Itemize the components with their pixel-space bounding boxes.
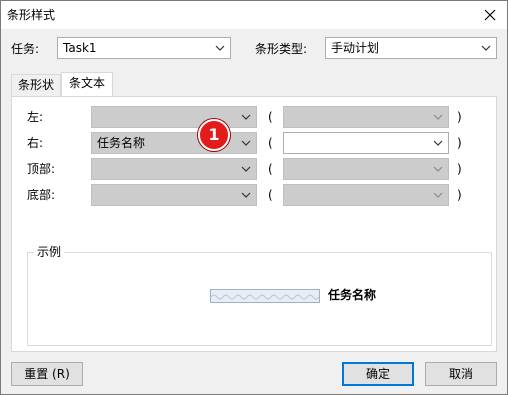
right-label: 右: <box>27 136 44 150</box>
bottom-label: 底部: <box>27 188 56 202</box>
paren-open: ( <box>268 136 273 150</box>
bottom-align-select <box>283 184 449 206</box>
paren-close: ) <box>457 162 462 176</box>
chevron-down-icon <box>433 166 443 172</box>
chevron-down-icon <box>241 140 251 146</box>
title-bar: 条形样式 <box>1 1 507 29</box>
paren-close: ) <box>457 110 462 124</box>
sample-text: 任务名称 <box>328 288 377 302</box>
chevron-down-icon <box>433 192 443 198</box>
left-align-select <box>283 106 449 128</box>
sample-group-title: 示例 <box>34 244 65 260</box>
task-select-value: Task1 <box>63 41 97 55</box>
bottom-field-select[interactable] <box>91 184 257 206</box>
close-button[interactable] <box>473 1 507 29</box>
ok-button[interactable]: 确定 <box>342 362 414 386</box>
bar-type-select-value: 手动计划 <box>331 41 380 55</box>
right-field-value: 任务名称 <box>97 136 146 150</box>
bar-type-select[interactable]: 手动计划 <box>325 37 497 59</box>
left-field-select[interactable] <box>91 106 257 128</box>
paren-close: ) <box>457 188 462 202</box>
sample-bar <box>210 289 320 303</box>
paren-open: ( <box>268 110 273 124</box>
chevron-down-icon <box>241 114 251 120</box>
paren-open: ( <box>268 188 273 202</box>
paren-close: ) <box>457 136 462 150</box>
tab-bar-shape[interactable]: 条形状 <box>11 74 61 96</box>
task-label: 任务: <box>11 42 40 56</box>
window-title: 条形样式 <box>7 8 56 22</box>
bar-style-dialog: 条形样式 任务: Task1 条形类型: 手动计划 条形状 条文本 左: ()… <box>0 0 508 395</box>
chevron-down-icon <box>481 45 491 51</box>
left-label: 左: <box>27 110 44 124</box>
top-field-select[interactable] <box>91 158 257 180</box>
top-align-select <box>283 158 449 180</box>
cancel-button[interactable]: 取消 <box>425 362 497 386</box>
bar-text-panel: 左: ( ) 右: 任务名称 ( ) 顶部: () 底部: () 示例 任务… <box>11 96 497 352</box>
task-select[interactable]: Task1 <box>57 37 231 59</box>
chevron-down-icon <box>433 140 443 146</box>
right-align-select[interactable] <box>283 132 449 154</box>
chevron-down-icon <box>433 114 443 120</box>
chevron-down-icon <box>241 166 251 172</box>
close-icon <box>484 9 496 21</box>
bar-type-label: 条形类型: <box>255 42 308 56</box>
right-field-select[interactable]: 任务名称 <box>91 132 257 154</box>
chevron-down-icon <box>215 45 225 51</box>
sample-group: 示例 任务名称 <box>27 244 492 346</box>
top-label: 顶部: <box>27 162 56 176</box>
sample-bar-pattern <box>211 294 319 300</box>
paren-open: ( <box>268 162 273 176</box>
annotation-badge: 1 <box>198 119 230 151</box>
reset-button[interactable]: 重置 (R) <box>11 362 83 386</box>
chevron-down-icon <box>241 192 251 198</box>
tab-bar-text[interactable]: 条文本 <box>61 72 113 96</box>
